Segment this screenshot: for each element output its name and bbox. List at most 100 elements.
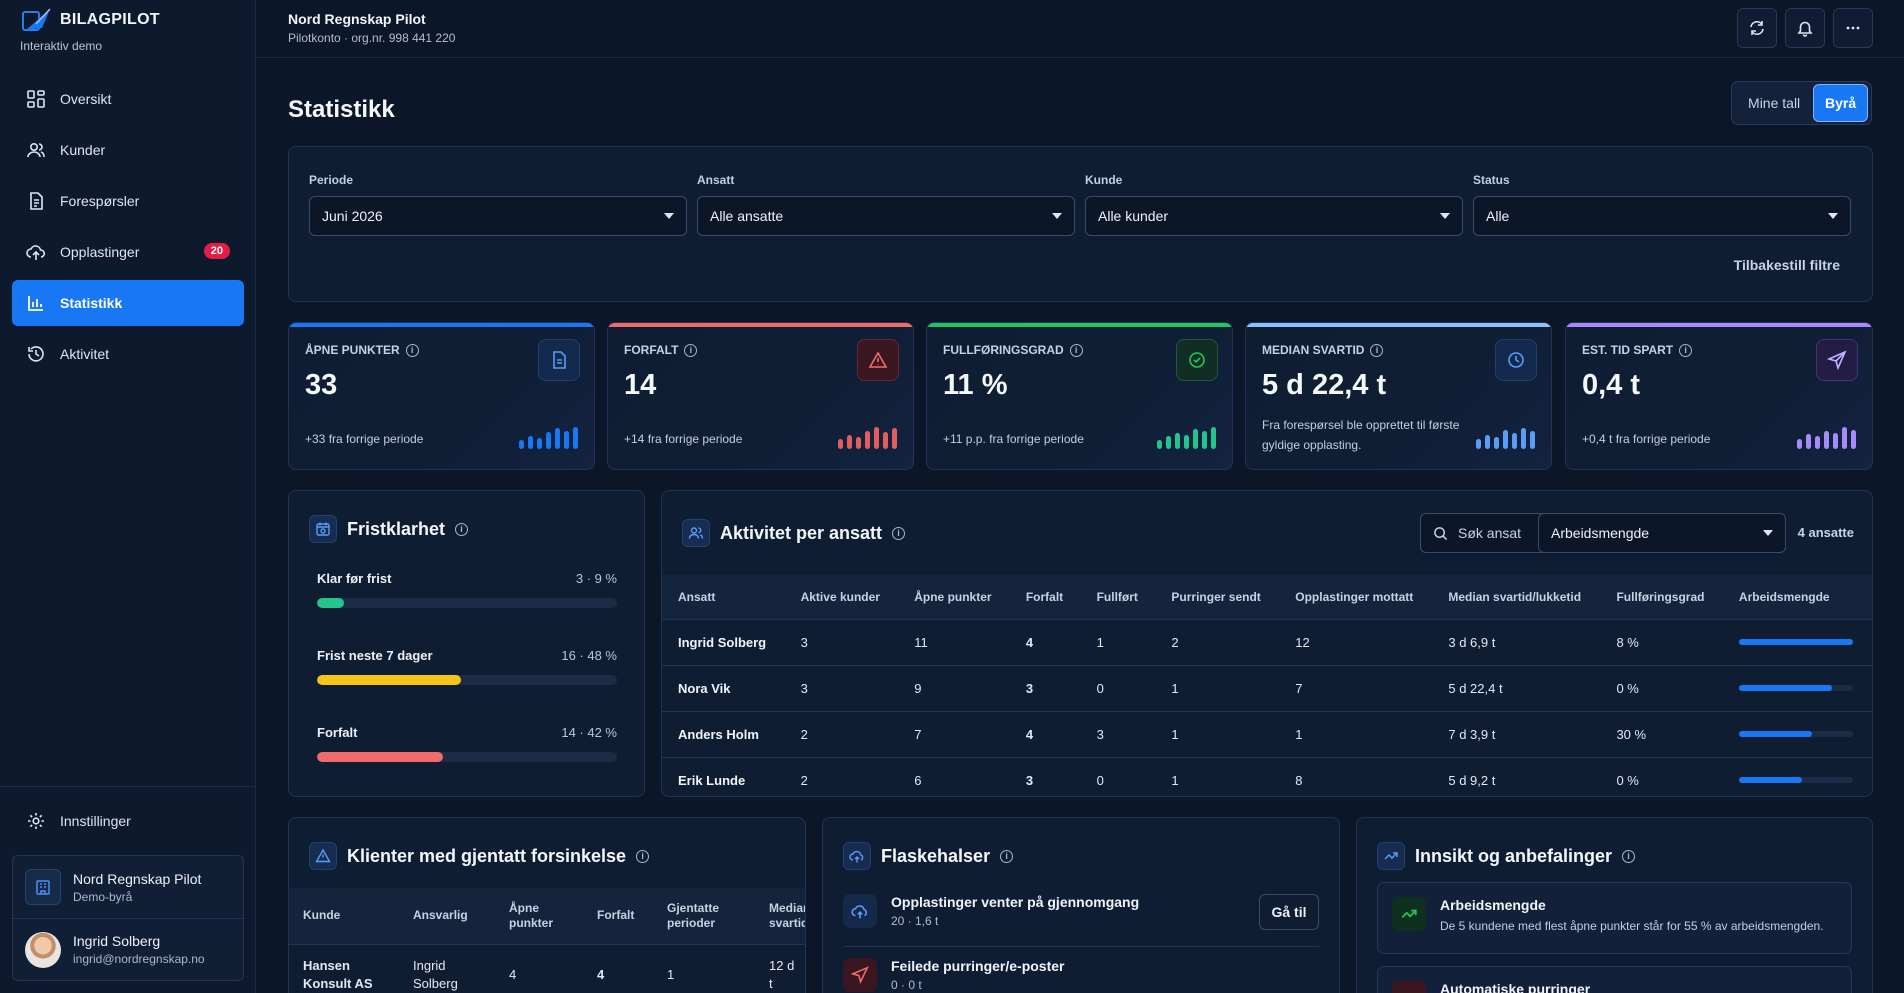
send-icon	[1816, 339, 1858, 381]
info-icon[interactable]: i	[1679, 343, 1693, 357]
org-switcher[interactable]: Nord Regnskap Pilot Demo-byrå	[13, 856, 243, 918]
kunde-select[interactable]: Alle kunder	[1085, 196, 1463, 236]
cell-ansvarlig: Ingrid Solberg	[399, 943, 495, 993]
cell-line: Solberg	[413, 975, 458, 991]
frist-row-klar[interactable]: Klar før frist 3 · 9 %	[317, 571, 617, 608]
more-button[interactable]	[1833, 8, 1873, 48]
sparkline	[519, 423, 578, 449]
table-row[interactable]: Erik Lunde 2 6 3 0 1 8 5 d 9,2 t 0 %	[662, 756, 1872, 796]
column-header[interactable]: Kunde	[289, 888, 399, 944]
cell-grad: 30 %	[1600, 710, 1723, 757]
bell-icon	[1797, 21, 1813, 37]
toggle-byra[interactable]: Byrå	[1813, 84, 1868, 122]
nav-label: Oversikt	[60, 91, 112, 107]
table-row[interactable]: Nora Vik 3 9 3 0 1 7 5 d 22,4 t 0 %	[662, 664, 1872, 711]
info-icon[interactable]: i	[1370, 343, 1384, 357]
kpi-accent-bar	[1246, 323, 1551, 327]
kpi-label: FULLFØRINGSGRAD	[943, 343, 1064, 357]
cell-purringer: 1	[1155, 710, 1280, 757]
progress-fill	[317, 675, 461, 685]
reset-filters-button[interactable]: Tilbakestill filtre	[1734, 257, 1840, 273]
header-org-sub: Pilotkonto · org.nr. 998 441 220	[288, 31, 456, 45]
table-row[interactable]: Anders Holm 2 7 4 3 1 1 7 d 3,9 t 30 %	[662, 710, 1872, 757]
nav-item-innstillinger[interactable]: Innstillinger	[12, 798, 244, 844]
cell-line: Konsult AS	[303, 975, 373, 991]
info-icon[interactable]: i	[1622, 849, 1636, 863]
column-header[interactable]: Fullført	[1080, 575, 1156, 619]
header-line: punkter	[509, 915, 554, 930]
chevron-down-icon	[1052, 213, 1062, 219]
column-header[interactable]: Arbeidsmengde	[1722, 575, 1872, 619]
frist-row-forfalt[interactable]: Forfalt 14 · 42 %	[317, 725, 617, 762]
column-header[interactable]: Opplastinger mottatt	[1279, 575, 1433, 619]
frist-value: 3 · 9 %	[575, 571, 617, 586]
bottleneck-item-uploads[interactable]: Opplastinger venter på gjennomgang 20 · …	[843, 894, 1319, 928]
employee-name: Anders Holm	[662, 710, 785, 757]
kpi-fullforingsgrad[interactable]: FULLFØRINGSGRAD i 11 % +11 p.p. fra forri…	[926, 322, 1233, 470]
column-header-apne[interactable]: Åpne punkter	[495, 888, 583, 944]
info-icon[interactable]: i	[636, 849, 650, 863]
column-header[interactable]: Median svartid/lukketid	[1432, 575, 1601, 619]
info-icon[interactable]: i	[455, 522, 469, 536]
periode-select[interactable]: Juni 2026	[309, 196, 687, 236]
nav-label: Kunder	[60, 142, 106, 158]
refresh-button[interactable]	[1737, 8, 1777, 48]
info-icon[interactable]: i	[684, 343, 698, 357]
status-select[interactable]: Alle	[1473, 196, 1851, 236]
cell-gjentatte: 1	[653, 943, 755, 993]
ansatt-select[interactable]: Alle ansatte	[697, 196, 1075, 236]
nav-item-oversikt[interactable]: Oversikt	[12, 76, 244, 122]
insight-item-purringer[interactable]: Automatiske purringer	[1377, 966, 1852, 993]
table-header-row: Ansatt Aktive kunder Åpne punkter Forfal…	[662, 575, 1872, 619]
brand[interactable]: BILAGPILOT Interaktiv demo	[20, 6, 160, 53]
column-header[interactable]: Åpne punkter	[898, 575, 1010, 619]
column-header[interactable]: Forfalt	[1009, 575, 1081, 619]
filter-label: Status	[1473, 173, 1510, 187]
kpi-median-svartid[interactable]: MEDIAN SVARTID i 5 d 22,4 t Fra forespørs…	[1245, 322, 1552, 470]
table-row[interactable]: Hansen Konsult AS Ingrid Solberg 4 4 1 12 …	[289, 943, 805, 993]
info-icon[interactable]: i	[1069, 343, 1083, 357]
column-header[interactable]: Forfalt	[583, 888, 653, 944]
kpi-apne-punkter[interactable]: ÅPNE PUNKTER i 33 +33 fra forrige periode	[288, 322, 595, 470]
column-header[interactable]: Aktive kunder	[784, 575, 899, 619]
kpi-est-tid-spart[interactable]: EST. TID SPART i 0,4 t +0,4 t fra forrige…	[1565, 322, 1873, 470]
frist-row-neste-7[interactable]: Frist neste 7 dager 16 · 48 %	[317, 648, 617, 685]
nav-item-foresporsler[interactable]: Forespørsler	[12, 178, 244, 224]
kpi-foot: +0,4 t fra forrige periode	[1582, 432, 1711, 446]
bottleneck-item-failed[interactable]: Feilede purringer/e-poster 0 · 0 t	[843, 958, 1319, 992]
main-nav: Oversikt Kunder Forespørsler Opplastinge…	[12, 76, 244, 382]
cell-median: 5 d 9,2 t	[1432, 756, 1601, 796]
bottleneck-sub: 0 · 0 t	[891, 978, 922, 992]
column-header-gjentatte[interactable]: Gjentatte perioder	[653, 888, 755, 944]
header-line: svartid	[769, 915, 806, 930]
sort-select[interactable]: Arbeidsmengde	[1538, 513, 1786, 553]
info-icon[interactable]: i	[405, 343, 419, 357]
goto-button[interactable]: Gå til	[1259, 894, 1319, 930]
user-menu[interactable]: Ingrid Solberg ingrid@nordregnskap.no	[13, 918, 243, 980]
toggle-mine-tall[interactable]: Mine tall	[1735, 95, 1813, 111]
notifications-button[interactable]	[1785, 8, 1825, 48]
table-row[interactable]: Ingrid Solberg 3 11 4 1 2 12 3 d 6,9 t 8…	[662, 618, 1872, 665]
cell-line: 12 d	[769, 957, 795, 973]
column-header-median[interactable]: Mediansvartid	[755, 888, 806, 944]
info-icon[interactable]: i	[1000, 849, 1014, 863]
nav-item-statistikk[interactable]: Statistikk	[12, 280, 244, 326]
column-header[interactable]: Purringer sendt	[1155, 575, 1280, 619]
insight-item-arbeidsmengde[interactable]: Arbeidsmengde De 5 kundene med flest åpn…	[1377, 882, 1852, 954]
employee-search-input[interactable]: Søk ansat	[1420, 513, 1550, 553]
column-header[interactable]: Ansatt	[662, 575, 785, 619]
info-icon[interactable]: i	[892, 526, 906, 540]
sparkline	[1476, 423, 1535, 449]
chevron-down-icon	[1828, 213, 1838, 219]
nav-item-kunder[interactable]: Kunder	[12, 127, 244, 173]
column-header[interactable]: Fullføringsgrad	[1600, 575, 1723, 619]
cell-median: 3 d 6,9 t	[1432, 618, 1601, 665]
column-header[interactable]: Ansvarlig	[399, 888, 495, 944]
cell-fullfort: 1	[1080, 618, 1156, 665]
bar-chart-icon	[28, 296, 43, 311]
page-title: Statistikk	[288, 96, 395, 123]
kpi-forfalt[interactable]: FORFALT i 14 +14 fra forrige periode	[607, 322, 914, 470]
nav-item-opplastinger[interactable]: Opplastinger 20	[12, 229, 244, 275]
filter-label: Ansatt	[697, 173, 735, 187]
nav-item-aktivitet[interactable]: Aktivitet	[12, 331, 244, 377]
